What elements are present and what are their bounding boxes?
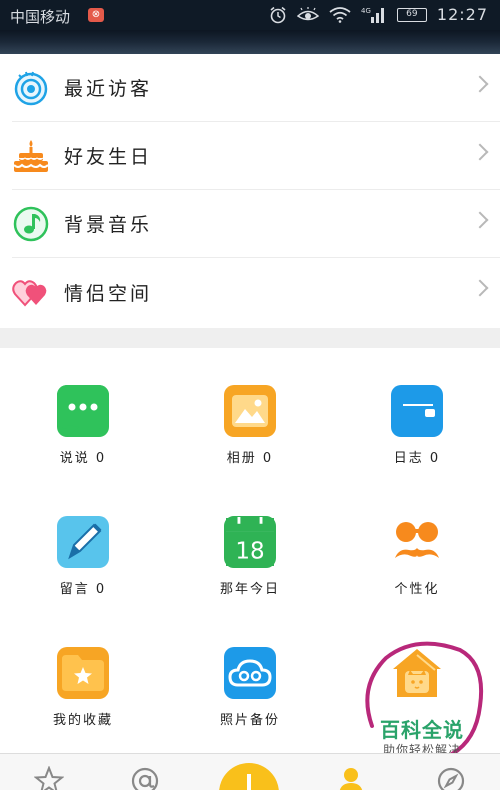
chevron-right-icon	[471, 279, 489, 297]
menu-item-label: 背景音乐	[64, 214, 153, 236]
menu-item-label: 最近访客	[64, 78, 153, 100]
menu-list: 最近访客 好友生日 背景音乐 情侣空间	[0, 54, 500, 326]
eye-care-icon	[296, 6, 319, 23]
menu-item-label: 好友生日	[64, 146, 153, 168]
pen-icon	[57, 516, 109, 568]
chat-bubble-icon	[57, 385, 109, 437]
chevron-right-icon	[471, 143, 489, 161]
menu-item-background-music[interactable]: 背景音乐	[12, 190, 500, 258]
chevron-right-icon	[471, 75, 489, 93]
alarm-icon	[269, 6, 287, 24]
add-tab-icon[interactable]	[218, 762, 280, 790]
clock: 12:27	[436, 5, 488, 24]
signal-icon: 4G	[361, 6, 387, 24]
chevron-right-icon	[471, 211, 489, 229]
calendar-icon: 18	[224, 516, 276, 568]
music-note-icon	[12, 205, 50, 243]
mustache-glasses-icon	[391, 516, 443, 568]
menu-item-recent-visitors[interactable]: 最近访客	[12, 54, 500, 122]
watermark-title: 百科全说	[380, 718, 464, 742]
grid-item-on-this-day[interactable]: 18 那年今日	[167, 479, 333, 609]
network-type: 4G	[361, 7, 371, 15]
grid-item-label: 那年今日	[219, 582, 280, 597]
grid-item-label: 我的收藏	[52, 713, 113, 728]
status-bar: 中国移动 ⊗ 4G 69 12:27	[0, 0, 500, 30]
star-tab-icon[interactable]	[33, 765, 65, 790]
grid-item-photo-backup[interactable]: 照片备份	[167, 610, 333, 740]
menu-item-couple-space[interactable]: 情侣空间	[12, 258, 500, 326]
status-icons: 4G 69 12:27	[269, 5, 488, 24]
favorites-folder-icon	[57, 647, 109, 699]
section-divider	[0, 328, 500, 348]
compass-tab-icon[interactable]	[436, 766, 466, 790]
menu-item-friend-birthdays[interactable]: 好友生日	[12, 122, 500, 190]
grid-item-label: 个性化	[394, 582, 440, 597]
at-tab-icon[interactable]	[130, 766, 160, 790]
eye-icon	[12, 69, 50, 107]
photo-album-icon	[224, 385, 276, 437]
diary-icon	[391, 385, 443, 437]
grid-item-label: 照片备份	[219, 713, 280, 728]
profile-banner	[0, 30, 500, 54]
battery-indicator: 69	[396, 7, 427, 22]
cloud-backup-icon	[224, 647, 276, 699]
grid-item-diary[interactable]: 日志 0	[334, 348, 500, 478]
calendar-day: 18	[235, 538, 264, 564]
grid-item-label: 相册 0	[226, 451, 274, 466]
notification-badge-icon: ⊗	[88, 8, 104, 22]
cake-icon	[12, 137, 50, 175]
grid-item-album[interactable]: 相册 0	[167, 348, 333, 478]
grid-item-messages[interactable]: 留言 0	[0, 479, 166, 609]
wifi-icon	[329, 6, 351, 23]
grid-item-label: 说说 0	[59, 451, 107, 466]
person-tab-icon[interactable]	[336, 766, 366, 790]
grid-item-favorites[interactable]: 我的收藏	[0, 610, 166, 740]
hearts-icon	[12, 273, 50, 311]
bottom-nav	[0, 753, 500, 790]
grid-item-label: 日志 0	[393, 451, 441, 466]
grid-item-label: 留言 0	[59, 582, 107, 597]
menu-item-label: 情侣空间	[64, 282, 153, 305]
grid-item-shuoshuo[interactable]: 说说 0	[0, 348, 166, 478]
carrier-name: 中国移动	[10, 8, 71, 26]
grid-item-personalize[interactable]: 个性化	[334, 479, 500, 609]
